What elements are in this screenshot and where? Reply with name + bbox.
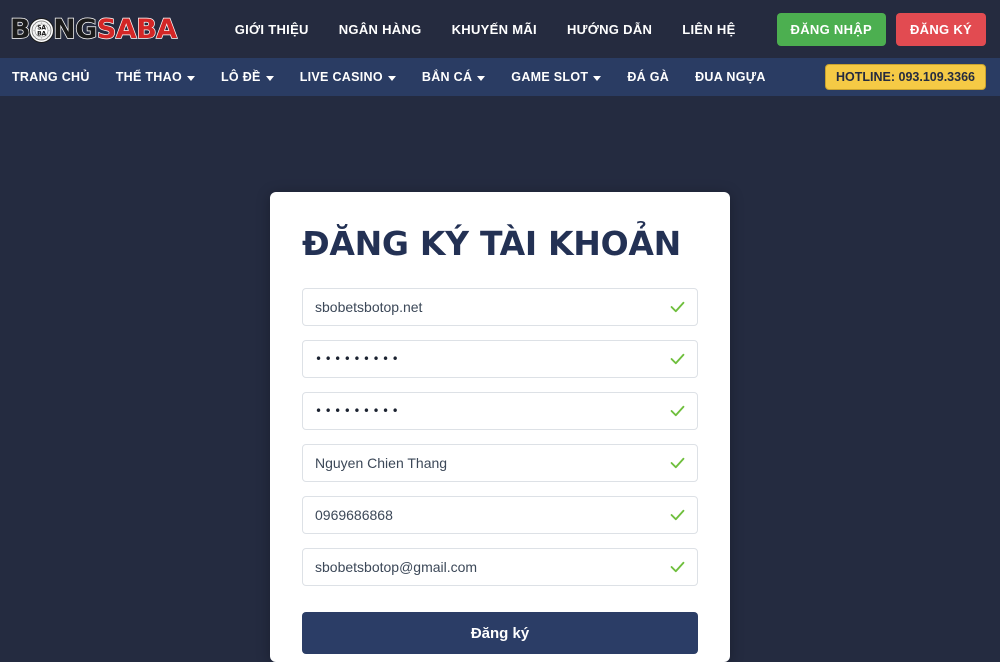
- registration-card: ĐĂNG KÝ TÀI KHOẢN sbobetsbotop.net •••••…: [270, 192, 730, 662]
- logo-letter-b: B: [9, 13, 31, 45]
- hotline-badge[interactable]: HOTLINE: 093.109.3366: [825, 64, 986, 90]
- secondary-nav-items: TRANG CHỦ THỂ THAO LÔ ĐỀ LIVE CASINO BẮN…: [12, 70, 766, 84]
- subnav-item-dua-ngua[interactable]: ĐUA NGỰA: [695, 70, 766, 84]
- email-input[interactable]: [302, 548, 698, 587]
- chevron-down-icon: [187, 75, 195, 81]
- field-password: [302, 340, 698, 379]
- page-content: ĐĂNG KÝ TÀI KHOẢN sbobetsbotop.net •••••…: [0, 96, 1000, 662]
- subnav-label: ĐÁ GÀ: [627, 70, 670, 84]
- field-email: [302, 548, 698, 587]
- page-title: ĐĂNG KÝ TÀI KHOẢN: [302, 224, 681, 263]
- login-button[interactable]: ĐĂNG NHẬP: [776, 12, 886, 46]
- logo-ball-icon: SA BA: [29, 17, 55, 43]
- logo-letters-ng: NG: [52, 13, 98, 45]
- register-button[interactable]: ĐĂNG KÝ: [895, 12, 986, 46]
- chevron-down-icon: [477, 75, 486, 81]
- subnav-item-da-ga[interactable]: ĐÁ GÀ: [627, 70, 669, 84]
- site-header: B SA BA NG SABA GIỚI THIỆU NGÂN HÀNG KHU…: [0, 0, 1000, 58]
- confirm-password-input[interactable]: [302, 392, 698, 431]
- secondary-nav: TRANG CHỦ THỂ THAO LÔ ĐỀ LIVE CASINO BẮN…: [0, 58, 1000, 96]
- password-input[interactable]: [302, 340, 698, 379]
- subnav-label: BẮN CÁ: [421, 70, 473, 84]
- subnav-label: LIVE CASINO: [299, 70, 383, 84]
- field-confirm-password: [302, 392, 698, 431]
- subnav-label: LÔ ĐỀ: [221, 70, 261, 84]
- nav-item-lien-he[interactable]: LIÊN HỆ: [682, 22, 735, 37]
- subnav-item-live-casino[interactable]: LIVE CASINO: [300, 70, 396, 84]
- field-username: [302, 288, 698, 327]
- submit-register-button[interactable]: Đăng ký: [302, 612, 698, 655]
- subnav-item-trang-chu[interactable]: TRANG CHỦ: [12, 70, 90, 84]
- subnav-label: THỂ THAO: [115, 70, 182, 84]
- field-phone: [302, 496, 698, 535]
- chevron-down-icon: [387, 75, 396, 81]
- auth-button-group: ĐĂNG NHẬP ĐĂNG KÝ: [776, 12, 986, 46]
- username-input[interactable]: [302, 288, 698, 327]
- subnav-item-lo-de[interactable]: LÔ ĐỀ: [221, 70, 274, 84]
- chevron-down-icon: [265, 75, 274, 81]
- logo-wordmark: B SA BA NG SABA: [9, 13, 178, 45]
- nav-item-khuyen-mai[interactable]: KHUYẾN MÃI: [452, 22, 537, 37]
- chevron-down-icon: [593, 75, 602, 81]
- nav-item-ngan-hang[interactable]: NGÂN HÀNG: [339, 22, 422, 37]
- subnav-item-ban-ca[interactable]: BẮN CÁ: [421, 70, 486, 84]
- phone-input[interactable]: [302, 496, 698, 535]
- svg-text:BA: BA: [37, 30, 46, 37]
- subnav-item-game-slot[interactable]: GAME SLOT: [511, 70, 602, 84]
- subnav-item-the-thao[interactable]: THỂ THAO: [116, 70, 195, 84]
- site-logo[interactable]: B SA BA NG SABA: [9, 12, 178, 46]
- fullname-input[interactable]: [302, 444, 698, 483]
- subnav-label: TRANG CHỦ: [12, 70, 90, 84]
- nav-item-gioi-thieu[interactable]: GIỚI THIỆU: [235, 22, 309, 37]
- field-fullname: [302, 444, 698, 483]
- nav-item-huong-dan[interactable]: HƯỚNG DẪN: [567, 22, 652, 37]
- primary-nav: GIỚI THIỆU NGÂN HÀNG KHUYẾN MÃI HƯỚNG DẪ…: [235, 22, 736, 37]
- subnav-label: GAME SLOT: [511, 70, 589, 84]
- logo-letters-saba: SABA: [96, 13, 178, 45]
- subnav-label: ĐUA NGỰA: [695, 70, 766, 84]
